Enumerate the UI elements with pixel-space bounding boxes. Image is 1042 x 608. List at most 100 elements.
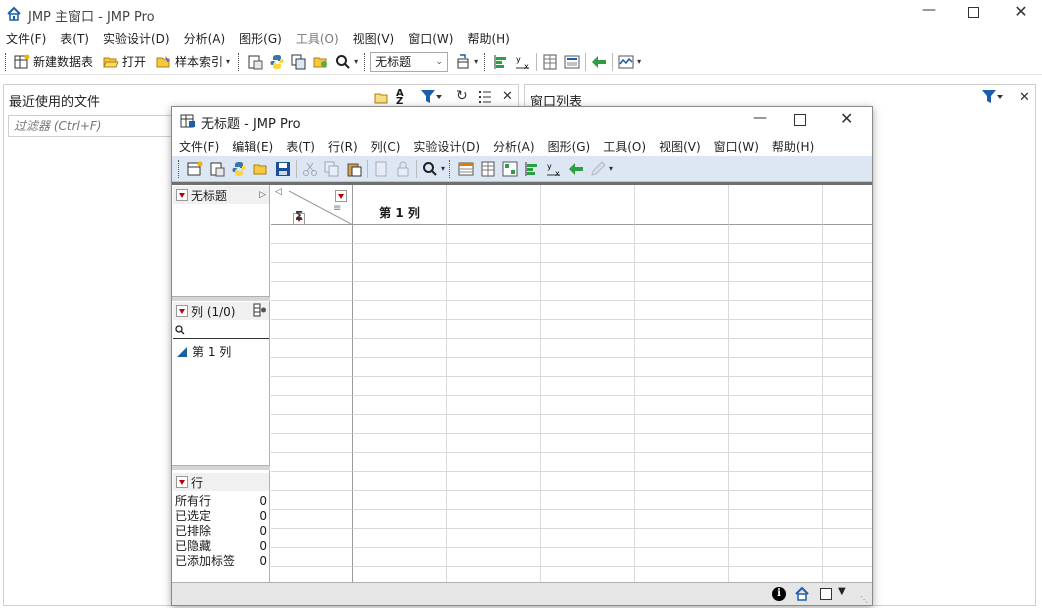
grid-cell[interactable] [635,358,729,377]
grid-cell[interactable] [447,377,541,396]
grid-cell[interactable] [635,301,729,320]
grid-cell[interactable] [447,491,541,510]
toolbar-overflow-1[interactable]: ▾ [226,57,230,66]
grid-cell[interactable] [541,491,635,510]
recent-close-icon[interactable]: ✕ [502,89,513,104]
table-menu-edit[interactable]: 编辑(E) [232,138,273,155]
tt-save-button[interactable] [272,158,294,180]
new-table-button[interactable]: 新建数据表 [11,51,96,73]
grid-corner-cell[interactable]: ◁ ≡ Σ [271,185,353,225]
grid-cell[interactable] [447,472,541,491]
grid-cell[interactable] [729,491,823,510]
row-header-cell[interactable] [271,358,353,377]
menu-tools[interactable]: 工具(O) [296,30,339,47]
grid-cell[interactable] [541,415,635,434]
rows-red-triangle[interactable] [176,476,188,488]
grid-cell[interactable] [823,301,872,320]
left-arrow-icon[interactable]: ◁ [275,187,282,197]
grid-cell[interactable] [729,339,823,358]
grid-cell[interactable] [729,529,823,548]
refresh-icon[interactable]: ↻ [456,88,468,104]
grid-cell[interactable] [541,301,635,320]
grid-cell[interactable] [353,396,447,415]
toolbar-overflow-4[interactable]: ▾ [637,57,641,66]
grid-cell[interactable] [823,472,872,491]
table-menu-window[interactable]: 窗口(W) [714,138,759,155]
grid-cell[interactable] [353,510,447,529]
grid-cell[interactable] [823,415,872,434]
table-minimize-button[interactable]: — [750,110,770,126]
grid-cell[interactable] [541,377,635,396]
tt-lock-button[interactable] [392,158,414,180]
sample-index-button[interactable]: 样本索引 [153,51,226,73]
toolbar-overflow-3[interactable]: ▾ [474,57,478,66]
grid-cell[interactable] [447,453,541,472]
grid-cell[interactable] [447,529,541,548]
table-menu-tools[interactable]: 工具(O) [603,138,646,155]
grid-cell[interactable] [729,567,823,582]
grid-cell[interactable] [635,548,729,567]
grid-cell[interactable] [729,548,823,567]
grid-cell[interactable] [823,244,872,263]
menu-file[interactable]: 文件(F) [6,30,46,47]
grid-cell[interactable] [353,434,447,453]
grid-cell[interactable] [635,491,729,510]
grid-cell[interactable] [823,339,872,358]
tt-distribution-button[interactable] [521,158,543,180]
grid-cell[interactable] [447,320,541,339]
tt-new-table-button[interactable] [184,158,206,180]
grid-cell[interactable] [541,510,635,529]
table-close-button[interactable]: ✕ [840,109,853,128]
row-header-cell[interactable] [271,320,353,339]
grid-cell[interactable] [729,510,823,529]
grid-cell[interactable] [635,472,729,491]
columns-red-triangle[interactable] [176,305,188,317]
row-header-cell[interactable] [271,244,353,263]
row-header-cell[interactable] [271,282,353,301]
grid-cell[interactable] [541,548,635,567]
tt-python-button[interactable] [228,158,250,180]
search-button[interactable] [332,51,354,73]
close-button[interactable]: ✕ [1008,2,1034,24]
grid-cell[interactable] [729,301,823,320]
grid-cell[interactable] [729,472,823,491]
grid-cell[interactable] [447,548,541,567]
tt-disabled-2-button[interactable] [587,158,609,180]
menu-table[interactable]: 表(T) [60,30,89,47]
tt-tabulate-button[interactable] [477,158,499,180]
grid-cell[interactable] [729,244,823,263]
grid-cell[interactable] [635,510,729,529]
grid-cell[interactable] [447,244,541,263]
grid-cell[interactable] [353,358,447,377]
grid-cell[interactable] [353,225,447,244]
grid-cell[interactable] [447,263,541,282]
column-list-item[interactable]: 第 1 列 [176,343,231,360]
row-header-cell[interactable] [271,225,353,244]
grid-cell[interactable] [353,415,447,434]
grid-cell[interactable] [823,491,872,510]
grid-cell[interactable] [447,301,541,320]
grid-cell[interactable] [635,377,729,396]
tt-overflow-1[interactable]: ▾ [441,164,445,173]
tt-paste-button[interactable] [343,158,365,180]
table-maximize-button[interactable] [794,114,806,126]
graph-builder-button[interactable] [588,51,610,73]
grid-cell[interactable] [823,529,872,548]
grid-cell[interactable] [447,225,541,244]
row-header-cell[interactable] [271,491,353,510]
grid-cell[interactable] [353,263,447,282]
grid-cell[interactable] [729,263,823,282]
grid-cell[interactable] [353,320,447,339]
column-header-empty[interactable] [823,185,872,225]
table-menu-file[interactable]: 文件(F) [179,138,219,155]
grid-cell[interactable] [635,396,729,415]
grid-cell[interactable] [635,225,729,244]
table-select[interactable]: 无标题 ⌄ [370,51,449,72]
row-header-cell[interactable] [271,529,353,548]
grid-cell[interactable] [447,434,541,453]
grid-cell[interactable] [823,263,872,282]
tt-data-view-button[interactable] [455,158,477,180]
grid-cell[interactable] [447,358,541,377]
grid-cell[interactable] [823,358,872,377]
toolbar-overflow-2[interactable]: ▾ [354,57,358,66]
